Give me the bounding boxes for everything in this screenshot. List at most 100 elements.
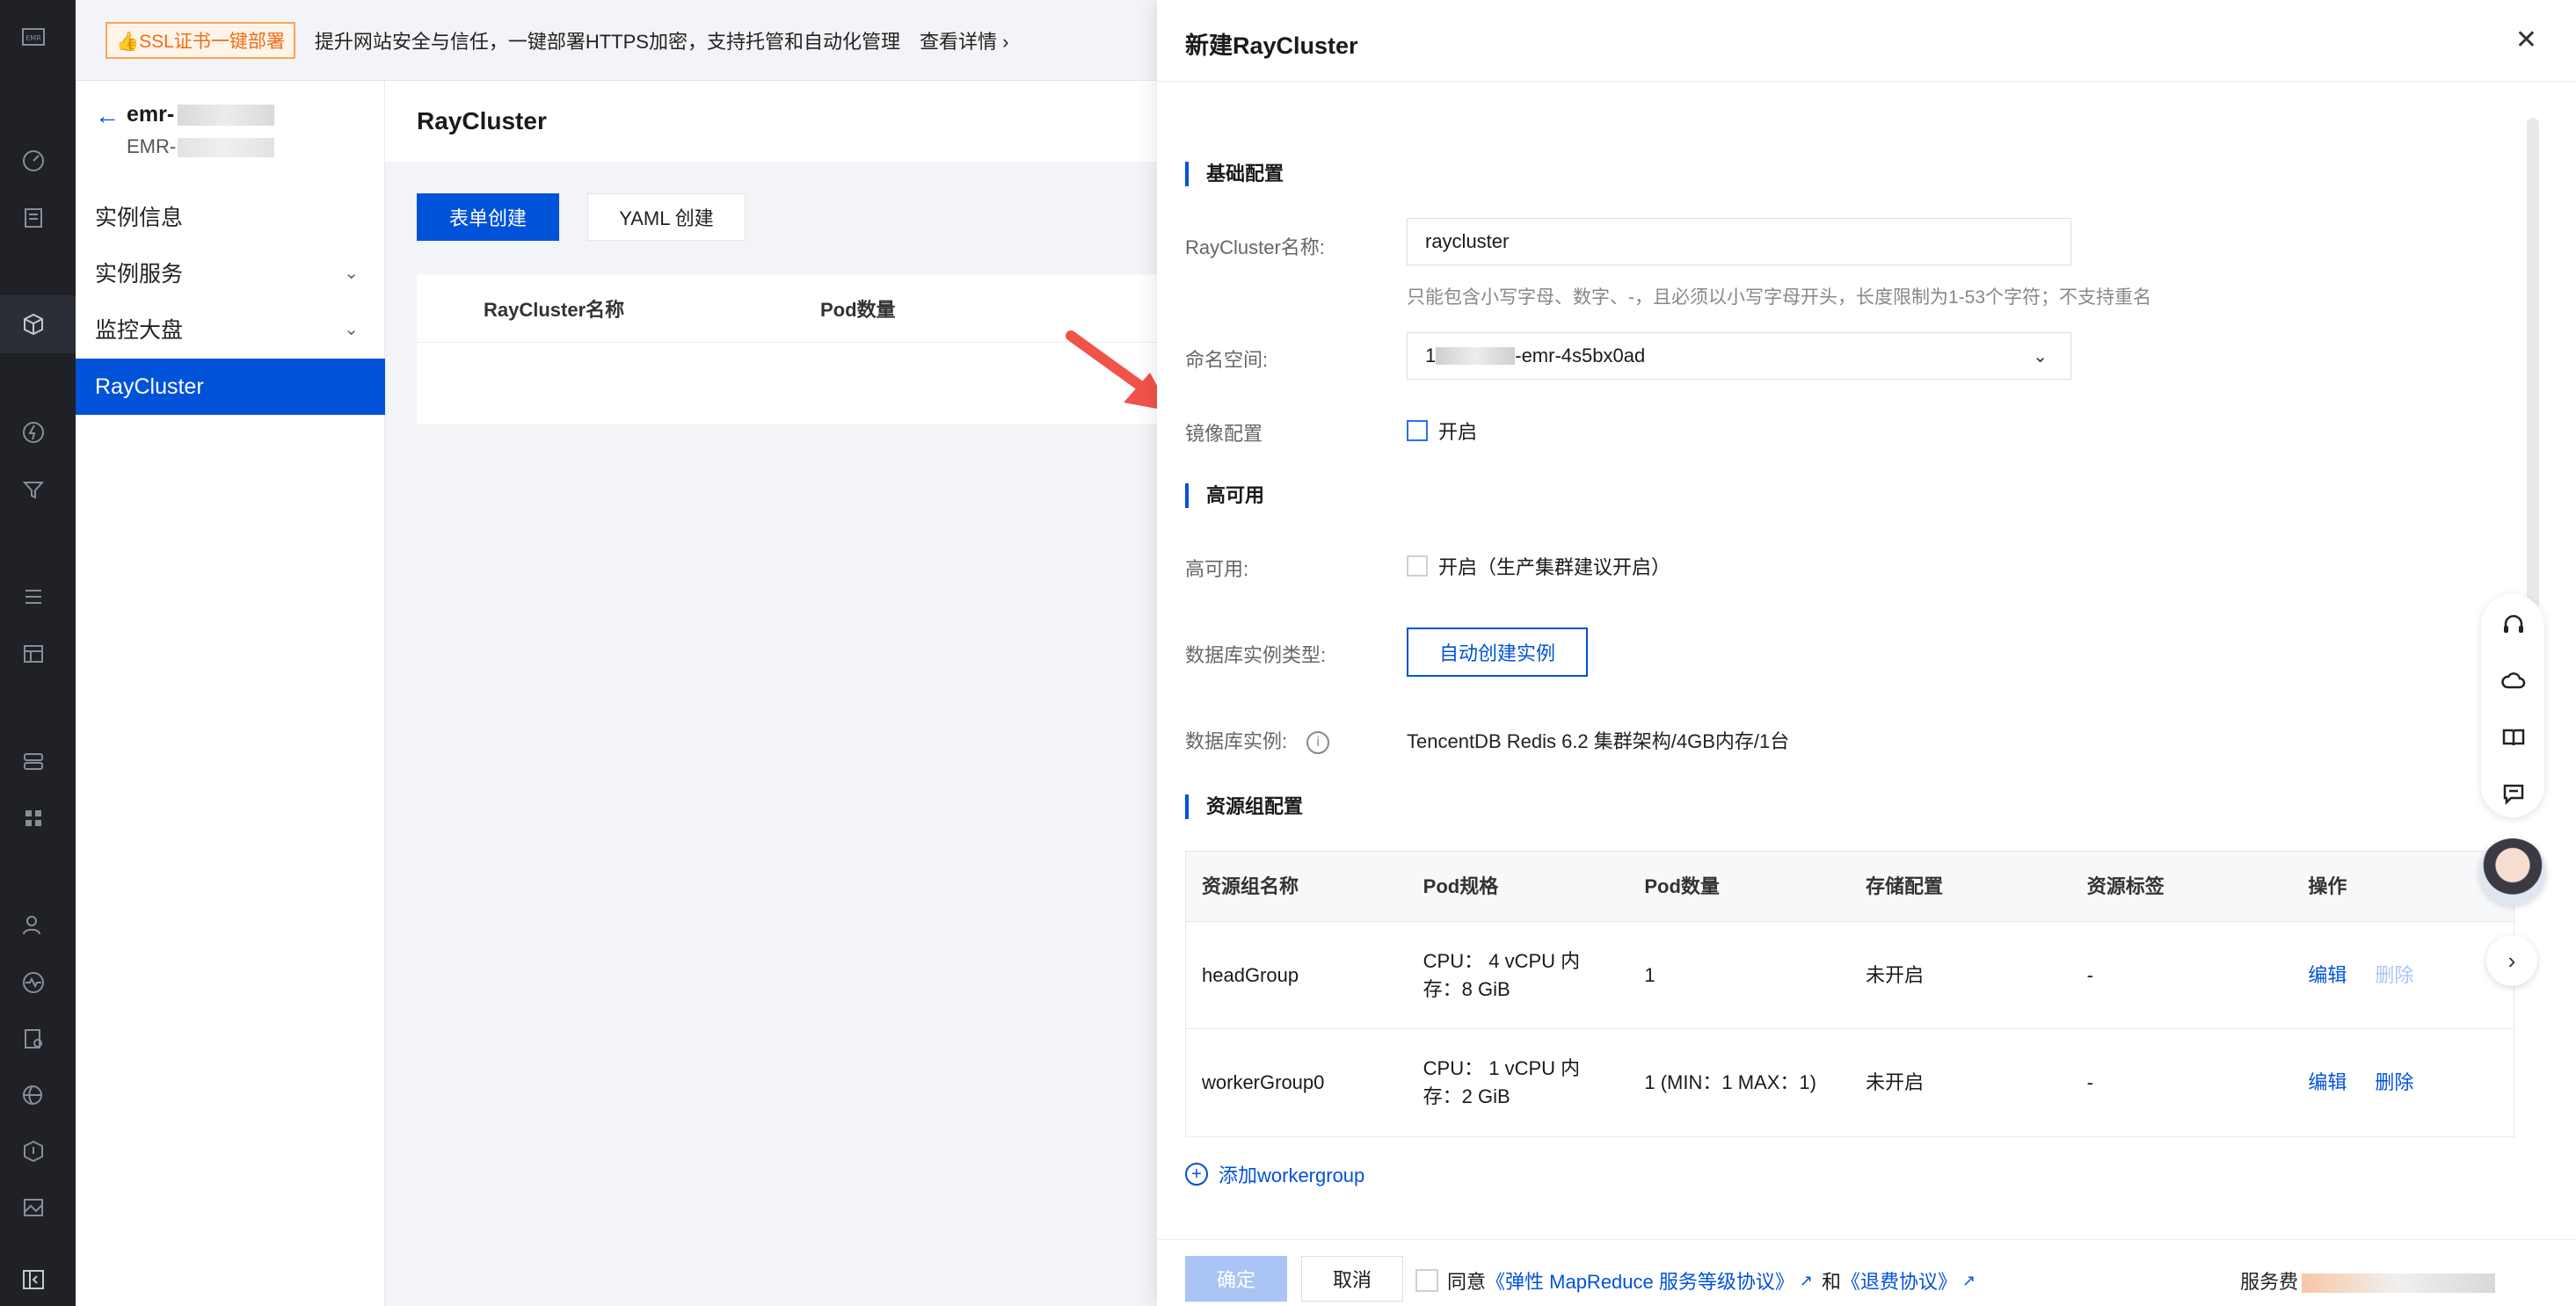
- cloud-icon[interactable]: [2500, 668, 2527, 694]
- col-raycluster-name: RayCluster名称: [484, 298, 625, 321]
- external-link-icon: ↗: [1962, 1271, 1976, 1289]
- sidebar-item-raycluster[interactable]: RayCluster: [76, 359, 385, 415]
- form-create-button[interactable]: 表单创建: [417, 193, 559, 241]
- instances-icon[interactable]: [19, 204, 47, 232]
- delete-link: 删除: [2375, 963, 2414, 986]
- doc-search-icon[interactable]: [19, 1025, 47, 1053]
- yaml-create-button[interactable]: YAML 创建: [587, 193, 746, 241]
- group-name: headGroup: [1202, 963, 1299, 986]
- shield-icon[interactable]: [19, 1137, 47, 1165]
- sidebar-item-monitor-dashboard[interactable]: 监控大盘 ⌄: [76, 301, 385, 357]
- apps-icon[interactable]: [19, 804, 47, 832]
- col-storage: 存储配置: [1866, 874, 1944, 897]
- image-icon[interactable]: [19, 1194, 47, 1222]
- image-config-label: 镜像配置: [1185, 423, 1263, 445]
- main-content: RayCluster 表单创建 YAML 创建 RayCluster名称 Pod…: [385, 81, 1157, 1306]
- promo-banner: 👍SSL证书一键部署 提升网站安全与信任，一键部署HTTPS加密，支持托管和自动…: [76, 0, 1157, 81]
- pod-spec: CPU： 1 vCPU 内存：2 GiB: [1423, 1057, 1581, 1107]
- drawer-divider: [1157, 81, 2576, 82]
- monitor-icon[interactable]: [19, 969, 47, 997]
- promo-more-link[interactable]: 查看详情 ›: [920, 26, 1008, 54]
- info-icon[interactable]: i: [1306, 731, 1330, 755]
- assistant-avatar[interactable]: [2479, 838, 2546, 905]
- delete-link[interactable]: 删除: [2375, 1069, 2413, 1097]
- sidebar-item-instance-info[interactable]: 实例信息: [76, 188, 385, 244]
- left-nav-rail: EMR: [0, 0, 76, 1306]
- namespace-redacted: [1436, 347, 1516, 365]
- table-row: headGroup CPU： 4 vCPU 内存：8 GiB 1 未开启 - 编…: [1186, 922, 2514, 1029]
- service-fee: 服务费: [2240, 1266, 2496, 1295]
- headset-icon[interactable]: [2500, 612, 2527, 638]
- chevron-right-icon[interactable]: ›: [2486, 935, 2537, 986]
- db-instance-value: TencentDB Redis 6.2 集群架构/4GB内存/1台: [1407, 730, 1790, 752]
- checkbox-icon: [1407, 420, 1428, 441]
- feedback-icon[interactable]: [2500, 780, 2527, 807]
- sla-link[interactable]: 《弹性 MapReduce 服务等级协议》: [1486, 1266, 1794, 1295]
- external-link-icon: ↗: [1799, 1271, 1813, 1289]
- storage-config: 未开启: [1866, 1071, 1925, 1093]
- image-config-checkbox[interactable]: 开启: [1407, 417, 1477, 445]
- resource-tags: -: [2086, 963, 2093, 986]
- user-settings-icon[interactable]: [19, 911, 47, 940]
- cluster-id-redacted: [178, 138, 275, 158]
- db-type-label: 数据库实例类型:: [1185, 644, 1327, 666]
- raycluster-name-label: RayCluster名称:: [1185, 236, 1325, 258]
- storage-icon[interactable]: [19, 747, 47, 775]
- list-header: RayCluster名称 Pod数量: [417, 274, 1157, 343]
- list-icon[interactable]: [19, 583, 47, 611]
- namespace-select[interactable]: 1 -emr-4s5bx0ad ⌄: [1407, 332, 2071, 380]
- emr-logo-icon[interactable]: EMR: [19, 23, 47, 51]
- globe-settings-icon[interactable]: [19, 1081, 47, 1109]
- page-title: RayCluster: [385, 81, 1157, 162]
- back-arrow-icon[interactable]: ←: [95, 102, 120, 130]
- floating-tools: [2481, 594, 2544, 817]
- namespace-label: 命名空间:: [1185, 349, 1269, 371]
- add-workergroup-button[interactable]: + 添加workergroup: [1185, 1160, 1364, 1188]
- table-header-row: 资源组名称 Pod规格 Pod数量 存储配置 资源标签 操作: [1186, 852, 2514, 922]
- cancel-button[interactable]: 取消: [1301, 1256, 1403, 1302]
- drawer-footer: 确定 取消 同意 《弹性 MapReduce 服务等级协议》 ↗ 和 《退费协议…: [1157, 1239, 2576, 1306]
- cluster-sidebar: ← emr- EMR- 实例信息 实例服务 ⌄ 监控大盘 ⌄ RayCluster: [76, 81, 385, 1306]
- cluster-name: emr-: [127, 102, 275, 127]
- chevron-down-icon: ⌄: [2033, 346, 2048, 366]
- agree-checkbox[interactable]: [1415, 1269, 1438, 1292]
- section-resource-group: 资源组配置: [1185, 794, 1303, 819]
- auto-create-instance-button[interactable]: 自动创建实例: [1407, 628, 1588, 677]
- col-pod-count: Pod数量: [1644, 874, 1720, 897]
- sidebar-item-instance-services[interactable]: 实例服务 ⌄: [76, 244, 385, 301]
- lightning-icon[interactable]: [19, 418, 47, 446]
- pod-spec: CPU： 4 vCPU 内存：8 GiB: [1423, 949, 1581, 1000]
- col-group-name: 资源组名称: [1202, 874, 1299, 897]
- collapse-sidebar-icon[interactable]: [19, 1266, 47, 1294]
- ha-checkbox[interactable]: 开启（生产集群建议开启）: [1407, 552, 1670, 580]
- resource-tags: -: [2086, 1071, 2093, 1093]
- col-pod-spec: Pod规格: [1423, 874, 1499, 897]
- row-actions: 编辑 删除: [2292, 1029, 2514, 1136]
- close-icon[interactable]: ✕: [2515, 25, 2537, 55]
- drawer-scrollbar[interactable]: [2527, 118, 2539, 610]
- drawer-title: 新建RayCluster: [1185, 33, 1358, 59]
- section-basic-config: 基础配置: [1185, 162, 1284, 186]
- edit-link[interactable]: 编辑: [2308, 961, 2347, 990]
- cube-icon[interactable]: [19, 310, 47, 338]
- promo-tag[interactable]: 👍SSL证书一键部署: [106, 21, 295, 59]
- fee-redacted: [2302, 1273, 2496, 1294]
- col-pod-count: Pod数量: [820, 298, 896, 321]
- cluster-id: EMR-: [127, 135, 275, 158]
- confirm-button[interactable]: 确定: [1185, 1256, 1287, 1302]
- book-icon[interactable]: [2500, 724, 2527, 751]
- edit-link[interactable]: 编辑: [2308, 1069, 2347, 1097]
- storage-config: 未开启: [1866, 963, 1925, 986]
- checkbox-icon: [1407, 555, 1428, 577]
- table-icon[interactable]: [19, 640, 47, 668]
- raycluster-name-input[interactable]: raycluster: [1407, 218, 2071, 265]
- cluster-name-redacted: [178, 105, 275, 127]
- refund-link[interactable]: 《退费协议》: [1841, 1266, 1957, 1295]
- pod-count: 1: [1644, 963, 1655, 986]
- table-row: workerGroup0 CPU： 1 vCPU 内存：2 GiB 1 (MIN…: [1186, 1029, 2514, 1136]
- db-instance-label: 数据库实例: i: [1185, 726, 1330, 755]
- pod-count: 1 (MIN：1 MAX：1): [1644, 1071, 1816, 1093]
- filter-icon[interactable]: [19, 475, 47, 504]
- chevron-down-icon: ⌄: [344, 263, 359, 283]
- dashboard-icon[interactable]: [19, 147, 47, 175]
